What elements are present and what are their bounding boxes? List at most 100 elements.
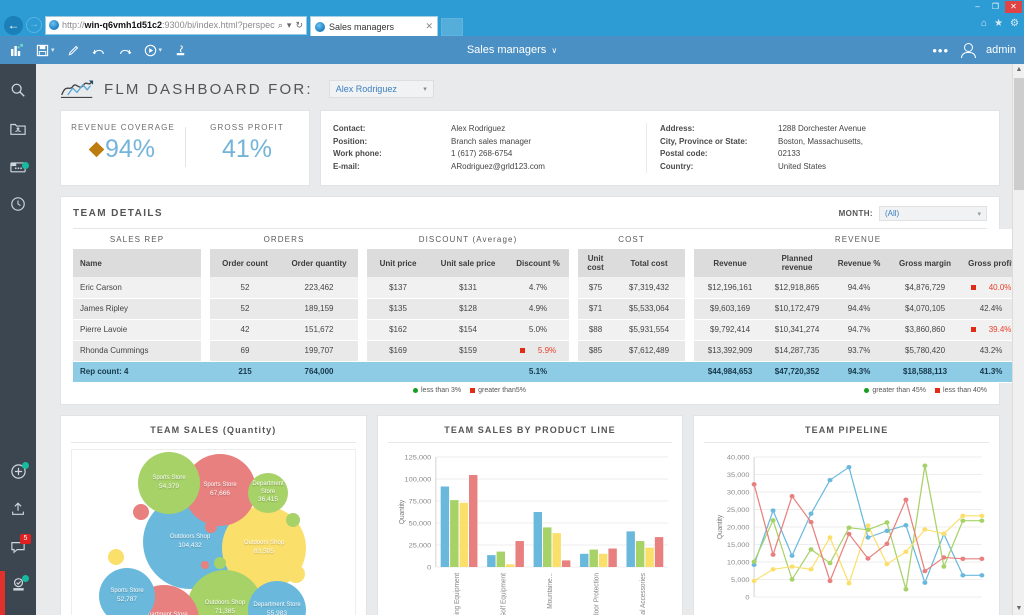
bar[interactable] [533, 512, 541, 567]
data-point[interactable] [828, 560, 833, 564]
data-point[interactable] [942, 564, 947, 568]
data-point[interactable] [771, 552, 776, 556]
bar[interactable] [580, 553, 588, 566]
data-point[interactable] [885, 541, 890, 545]
bar-chart-panel[interactable]: TEAM SALES BY PRODUCT LINE 025,00050,000… [377, 415, 684, 615]
data-point[interactable] [923, 463, 928, 467]
person-select[interactable]: Alex Rodriguez ▾ [329, 80, 434, 98]
run-button[interactable]: ▾ [138, 36, 169, 64]
scrollbar-thumb[interactable] [1014, 78, 1024, 190]
bubble[interactable]: Department Store36,415 [248, 473, 288, 513]
refresh-icon[interactable]: ↻ [295, 20, 303, 31]
month-filter-select[interactable]: (All) ▾ [879, 206, 987, 221]
bubble[interactable] [286, 513, 300, 527]
column-header-revenue-pct[interactable]: Revenue % [828, 249, 890, 277]
bubble-chart-panel[interactable]: TEAM SALES (Quantity) Outdoors Shop104,4… [60, 415, 367, 615]
bar[interactable] [589, 549, 597, 566]
table-row[interactable]: Pierre Lavoie 42 151,672 $162 $154 5.0% … [73, 319, 1022, 340]
bubble[interactable] [214, 557, 226, 569]
redo-button[interactable] [112, 36, 138, 64]
data-point[interactable] [752, 559, 757, 563]
chevron-down-icon[interactable]: ▾ [423, 85, 427, 93]
data-point[interactable] [942, 531, 947, 535]
sidebar-item-notifications[interactable]: 5 [6, 535, 30, 559]
gear-icon[interactable]: ⚙ [1010, 18, 1019, 29]
data-point[interactable] [847, 581, 852, 585]
more-options-icon[interactable]: ••• [932, 44, 949, 57]
bar[interactable] [562, 560, 570, 567]
sidebar-item-team-content[interactable] [6, 116, 30, 140]
column-header-order-quantity[interactable]: Order quantity [280, 249, 358, 277]
data-point[interactable] [809, 519, 814, 523]
data-point[interactable] [847, 464, 852, 468]
favorites-icon[interactable]: ★ [994, 18, 1003, 29]
column-header-gross-margin[interactable]: Gross margin [890, 249, 960, 277]
data-point[interactable] [771, 508, 776, 512]
sidebar-item-recent[interactable] [6, 192, 30, 216]
edit-button[interactable] [61, 36, 86, 64]
data-point[interactable] [771, 518, 776, 522]
undo-button[interactable] [86, 36, 112, 64]
data-point[interactable] [942, 555, 947, 559]
bar[interactable] [552, 533, 560, 567]
data-point[interactable] [790, 577, 795, 581]
column-header-unit-price[interactable]: Unit price [367, 249, 429, 277]
column-header-total-cost[interactable]: Total cost [613, 249, 685, 277]
bar[interactable] [459, 502, 467, 566]
search-icon[interactable]: ⌕ [278, 20, 283, 31]
data-point[interactable] [961, 556, 966, 560]
data-point[interactable] [809, 511, 814, 515]
browser-tab[interactable]: Sales managers ✕ [310, 16, 438, 36]
data-point[interactable] [961, 513, 966, 517]
avatar[interactable] [961, 43, 974, 57]
bubble[interactable] [205, 521, 217, 533]
data-point[interactable] [809, 547, 814, 551]
table-row[interactable]: Rhonda Cummings 69 199,707 $169 $159 5.9… [73, 340, 1022, 361]
perspective-title[interactable]: Sales managers ∨ [467, 44, 557, 56]
save-caret-icon[interactable]: ▾ [51, 46, 55, 54]
data-point[interactable] [847, 525, 852, 529]
sidebar-item-upload[interactable] [6, 497, 30, 521]
data-point[interactable] [980, 518, 985, 522]
scroll-up-icon[interactable]: ▲ [1013, 64, 1024, 76]
bar[interactable] [469, 475, 477, 567]
column-header-unit-sale-price[interactable]: Unit sale price [429, 249, 507, 277]
data-point[interactable] [904, 549, 909, 553]
data-point[interactable] [885, 528, 890, 532]
content-scrollbar[interactable]: ▲ ▼ [1012, 64, 1024, 615]
column-header-order-count[interactable]: Order count [210, 249, 280, 277]
data-point[interactable] [866, 556, 871, 560]
data-point[interactable] [866, 523, 871, 527]
data-point[interactable] [904, 587, 909, 591]
sidebar-item-manage[interactable] [6, 573, 30, 597]
bubble[interactable] [133, 504, 149, 520]
forward-button-icon[interactable]: → [26, 17, 42, 33]
minimize-button[interactable]: – [969, 1, 986, 13]
chevron-down-icon[interactable]: ▾ [287, 20, 292, 31]
scroll-down-icon[interactable]: ▼ [1013, 603, 1024, 615]
bubble[interactable] [287, 565, 305, 583]
address-bar[interactable]: http://win-q6vmh1d51c2:9300/bi/index.htm… [45, 16, 307, 35]
bubble[interactable] [181, 579, 189, 587]
data-point[interactable] [980, 556, 985, 560]
line-chart-panel[interactable]: TEAM PIPELINE 05,00010,00015,00020,00025… [693, 415, 1000, 615]
data-point[interactable] [866, 527, 871, 531]
bar[interactable] [440, 486, 448, 567]
data-point[interactable] [790, 553, 795, 557]
data-point[interactable] [923, 580, 928, 584]
column-header-revenue[interactable]: Revenue [694, 249, 766, 277]
data-point[interactable] [904, 523, 909, 527]
bar[interactable] [506, 564, 514, 567]
run-caret-icon[interactable]: ▾ [159, 46, 163, 54]
close-button[interactable]: ✕ [1005, 1, 1022, 13]
data-point[interactable] [980, 573, 985, 577]
data-point[interactable] [828, 477, 833, 481]
data-point[interactable] [961, 518, 966, 522]
bubble[interactable] [201, 561, 209, 569]
data-point[interactable] [980, 513, 985, 517]
save-button[interactable]: ▾ [30, 36, 61, 64]
bar[interactable] [496, 551, 504, 566]
home-icon[interactable]: ⌂ [981, 18, 987, 29]
data-point[interactable] [847, 531, 852, 535]
data-point[interactable] [904, 497, 909, 501]
